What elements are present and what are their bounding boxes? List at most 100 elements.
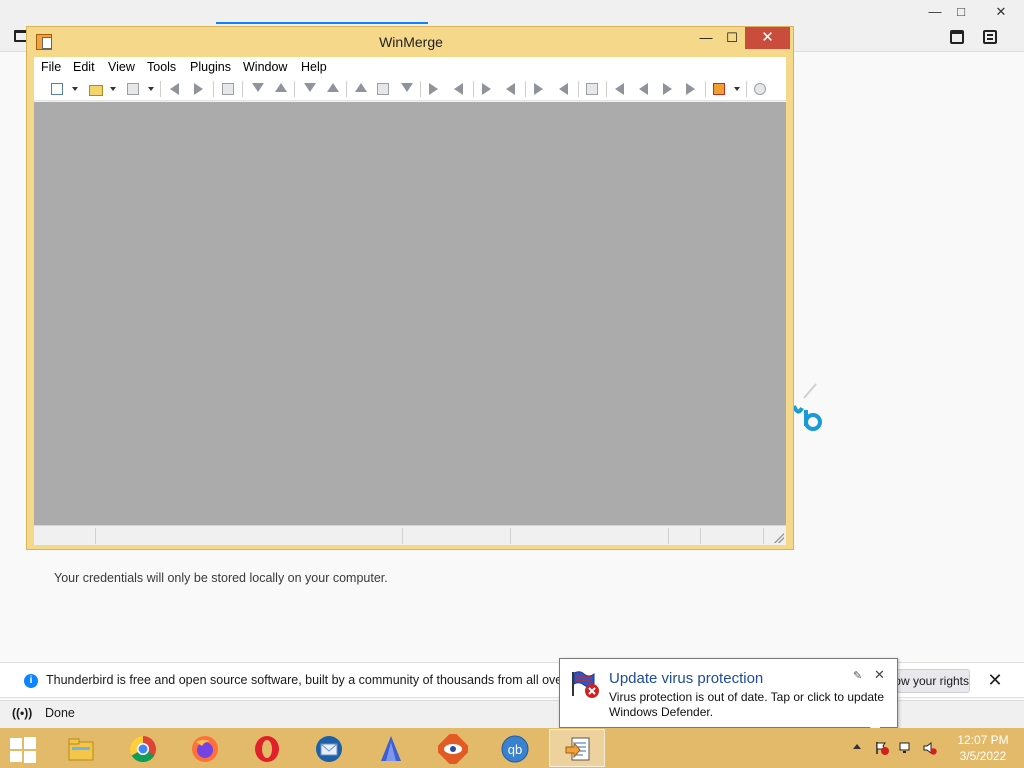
taskbar-opera[interactable]: [239, 729, 295, 767]
online-status-icon[interactable]: ((•)): [12, 706, 32, 720]
taskbar-thunderbird[interactable]: [301, 729, 357, 767]
refresh-icon[interactable]: [751, 80, 769, 98]
last-diff-icon[interactable]: [323, 80, 341, 98]
menu-bar: File Edit View Tools Plugins Window Help: [34, 57, 786, 77]
taskbar: qb 12:07 PM 3/5/2022: [0, 728, 1024, 768]
save-icon[interactable]: [124, 80, 142, 98]
tasks-icon[interactable]: [983, 30, 997, 44]
taskbar-qbittorrent[interactable]: qb: [487, 729, 543, 767]
resize-grip-icon[interactable]: [774, 533, 784, 543]
menu-tools[interactable]: Tools: [147, 60, 176, 74]
last-file-icon[interactable]: [682, 80, 700, 98]
merge-up-icon[interactable]: [351, 80, 369, 98]
status-pane: [668, 528, 669, 544]
close-button[interactable]: ✕: [745, 27, 790, 49]
all-left-icon[interactable]: [555, 80, 573, 98]
status-pane: [510, 528, 511, 544]
toolbar-separator: [346, 81, 347, 97]
save-dropdown-icon[interactable]: [148, 87, 154, 91]
status-pane: [95, 528, 96, 544]
show-hidden-icons-icon[interactable]: [853, 744, 861, 749]
merge-cross-icon[interactable]: [374, 80, 392, 98]
taskbar-blue-app[interactable]: [363, 729, 419, 767]
menu-help[interactable]: Help: [301, 60, 327, 74]
new-icon[interactable]: [48, 80, 66, 98]
settings-icon[interactable]: ✎: [853, 669, 862, 682]
thunderbird-close-button[interactable]: ✕: [986, 4, 1016, 20]
options-icon[interactable]: [710, 80, 728, 98]
thunderbird-logo-fragment-icon: [792, 383, 822, 431]
options-dropdown-icon[interactable]: [734, 87, 740, 91]
eye-app-icon: [438, 734, 468, 764]
document-area: [34, 102, 786, 525]
volume-muted-icon[interactable]: [923, 741, 937, 755]
menu-plugins[interactable]: Plugins: [190, 60, 231, 74]
toolbar-separator: [746, 81, 747, 97]
calendar-icon[interactable]: [950, 30, 964, 44]
prev-diff-icon[interactable]: [271, 80, 289, 98]
toolbar-separator: [294, 81, 295, 97]
undo-icon[interactable]: [166, 80, 184, 98]
copy-right-icon[interactable]: [425, 80, 443, 98]
notification-close-button[interactable]: ✕: [986, 670, 1004, 690]
prev-file-icon[interactable]: [635, 80, 653, 98]
clock-date: 3/5/2022: [959, 749, 1007, 763]
open-folder-icon[interactable]: [86, 80, 104, 98]
action-center-warning-icon[interactable]: [875, 741, 889, 755]
toolbar-separator: [420, 81, 421, 97]
defender-message: Virus protection is out of date. Tap or …: [609, 690, 885, 719]
menu-file[interactable]: File: [41, 60, 61, 74]
all-right-icon[interactable]: [530, 80, 548, 98]
menu-view[interactable]: View: [108, 60, 135, 74]
notification-text: Thunderbird is free and open source soft…: [46, 673, 560, 687]
menu-edit[interactable]: Edit: [73, 60, 95, 74]
toolbar-separator: [525, 81, 526, 97]
taskbar-chrome[interactable]: [115, 729, 171, 767]
copy-left-advance-icon[interactable]: [502, 80, 520, 98]
redo-icon[interactable]: [190, 80, 208, 98]
taskbar-winmerge[interactable]: [549, 729, 605, 767]
toolbar-separator: [160, 81, 161, 97]
first-file-icon[interactable]: [611, 80, 629, 98]
qbittorrent-icon: qb: [501, 735, 529, 763]
defender-notification-balloon[interactable]: Update virus protection Virus protection…: [559, 658, 898, 728]
system-clock[interactable]: 12:07 PM 3/5/2022: [953, 732, 1013, 764]
firefox-icon: [192, 736, 218, 762]
toolbar-separator: [578, 81, 579, 97]
copy-left-icon[interactable]: [450, 80, 468, 98]
file-explorer-icon: [68, 738, 94, 761]
toolbar: [34, 77, 786, 101]
next-file-icon[interactable]: [659, 80, 677, 98]
copy-right-advance-icon[interactable]: [478, 80, 496, 98]
credentials-note: Your credentials will only be stored loc…: [54, 571, 388, 585]
compare-icon[interactable]: [583, 80, 601, 98]
winmerge-icon: [565, 737, 590, 761]
clock-time: 12:07 PM: [957, 733, 1009, 747]
thunderbird-maximize-button[interactable]: □: [946, 4, 976, 20]
qbittorrent-label: qb: [508, 742, 522, 757]
winmerge-status-bar: [34, 525, 786, 545]
taskbar-firefox[interactable]: [177, 729, 233, 767]
defender-close-button[interactable]: ✕: [874, 667, 885, 683]
security-flag-icon: [572, 671, 599, 698]
next-diff-icon[interactable]: [248, 80, 266, 98]
defender-title: Update virus protection: [609, 670, 764, 687]
toolbar-separator: [606, 81, 607, 97]
merge-down-icon[interactable]: [397, 80, 415, 98]
status-pane: [402, 528, 403, 544]
maximize-button[interactable]: ☐: [719, 27, 745, 49]
window-title: WinMerge: [379, 34, 443, 50]
toolbar-separator: [705, 81, 706, 97]
network-icon[interactable]: [899, 741, 913, 755]
taskbar-eye-app[interactable]: [425, 729, 481, 767]
open-dropdown-icon[interactable]: [110, 87, 116, 91]
taskbar-file-explorer[interactable]: [53, 729, 109, 767]
new-dropdown-icon[interactable]: [72, 87, 78, 91]
system-tray: 12:07 PM 3/5/2022: [850, 728, 1024, 768]
minimize-button[interactable]: —: [693, 27, 719, 49]
print-icon[interactable]: [219, 80, 237, 98]
first-diff-icon[interactable]: [300, 80, 318, 98]
info-icon: i: [24, 674, 38, 688]
start-button[interactable]: [8, 736, 38, 763]
menu-window[interactable]: Window: [243, 60, 287, 74]
